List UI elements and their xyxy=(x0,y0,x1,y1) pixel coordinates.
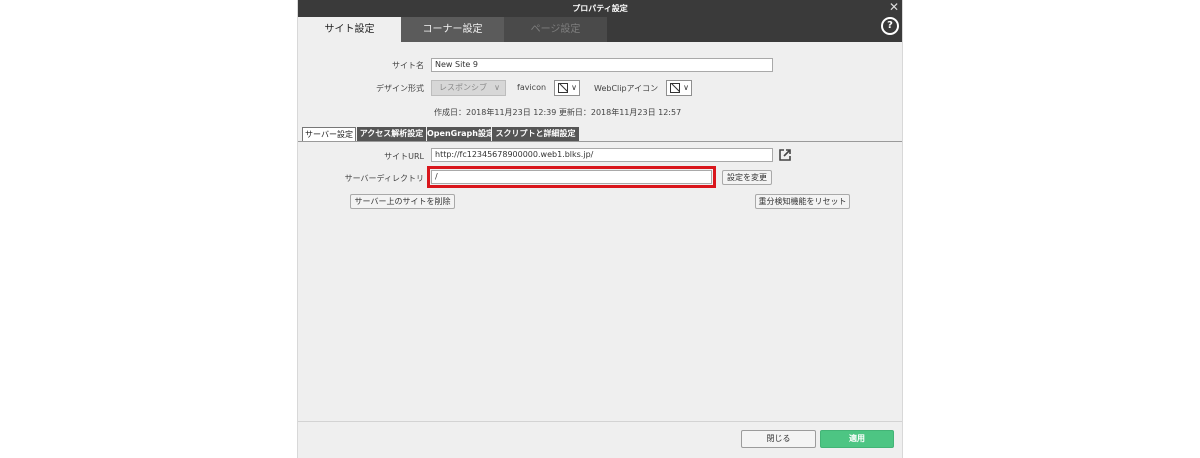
tab-corner-settings[interactable]: コーナー設定 xyxy=(401,17,504,42)
subtab-script-details[interactable]: スクリプトと詳細設定 xyxy=(492,127,579,141)
site-name-input[interactable]: New Site 9 xyxy=(431,58,773,72)
site-dates: 作成日：2018年11月23日 12:39 更新日：2018年11月23日 12… xyxy=(434,108,682,117)
subtab-server-settings[interactable]: サーバー設定 xyxy=(302,127,356,141)
dialog-title: プロパティ設定 xyxy=(572,4,628,13)
design-type-value: レスポンシブ xyxy=(439,83,487,92)
footer-divider xyxy=(298,421,902,422)
help-icon[interactable]: ? xyxy=(881,17,899,35)
no-image-icon xyxy=(558,83,568,93)
tab-site-settings[interactable]: サイト設定 xyxy=(298,17,401,42)
external-link-icon[interactable] xyxy=(779,149,791,161)
site-url-label: サイトURL xyxy=(384,152,424,161)
chevron-down-icon: ∨ xyxy=(571,83,577,92)
favicon-select[interactable]: ∨ xyxy=(554,80,580,96)
highlight-box xyxy=(427,166,716,188)
favicon-label: favicon xyxy=(517,83,547,92)
design-type-label: デザイン形式 xyxy=(376,84,424,93)
subtab-divider xyxy=(298,141,902,142)
close-button[interactable]: 閉じる xyxy=(741,430,816,448)
webclip-label: WebClipアイコン xyxy=(594,84,659,93)
subtab-access-analysis[interactable]: アクセス解析設定 xyxy=(357,127,426,141)
delete-site-on-server-button[interactable]: サーバー上のサイトを削除 xyxy=(350,194,455,209)
apply-button[interactable]: 適用 xyxy=(820,430,894,448)
subtab-opengraph[interactable]: OpenGraph設定 xyxy=(427,127,494,141)
close-icon[interactable]: ✕ xyxy=(888,1,900,13)
property-settings-dialog: プロパティ設定 ✕ ? サイト設定 コーナー設定 ページ設定 サイト名 New … xyxy=(297,0,903,458)
site-url-input[interactable]: http://fc12345678900000.web1.blks.jp/ xyxy=(431,148,773,162)
change-settings-button[interactable]: 設定を変更 xyxy=(722,170,772,185)
chevron-down-icon: ∨ xyxy=(494,83,500,92)
reset-detection-button[interactable]: 重分検知機能をリセット xyxy=(755,194,850,209)
no-image-icon xyxy=(670,83,680,93)
site-name-label: サイト名 xyxy=(392,61,424,70)
server-directory-label: サーバーディレクトリ xyxy=(344,174,424,183)
tab-page-settings: ページ設定 xyxy=(504,17,607,42)
chevron-down-icon: ∨ xyxy=(683,83,689,92)
webclip-select[interactable]: ∨ xyxy=(666,80,692,96)
design-type-select: レスポンシブ ∨ xyxy=(431,80,506,96)
dialog-titlebar: プロパティ設定 ✕ ? サイト設定 コーナー設定 ページ設定 xyxy=(298,0,902,42)
